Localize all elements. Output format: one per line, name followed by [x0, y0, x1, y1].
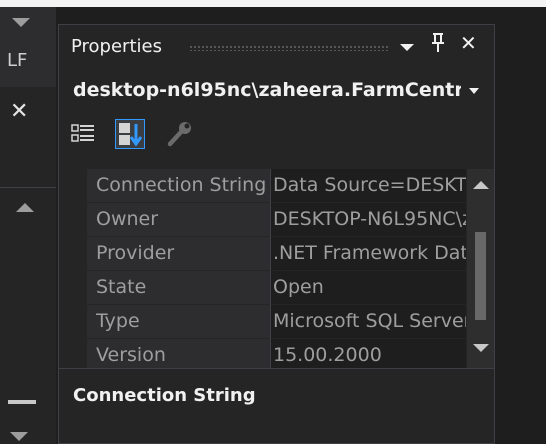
- property-row[interactable]: Type Microsoft SQL Server: [87, 305, 467, 338]
- scroll-up-icon[interactable]: [473, 181, 489, 189]
- grid-scrollbar[interactable]: [467, 169, 494, 368]
- panel-title: Properties: [71, 36, 162, 57]
- left-pane-label: LF: [7, 50, 28, 71]
- property-row[interactable]: Connection String Data Source=DESKTOP-N6…: [87, 169, 467, 202]
- property-name: Provider: [87, 237, 270, 270]
- close-icon[interactable]: ✕: [460, 33, 477, 53]
- description-splitter[interactable]: [59, 368, 494, 369]
- wrench-icon: [167, 122, 191, 147]
- property-value[interactable]: 15.00.2000: [271, 339, 466, 368]
- properties-header: Properties ✕: [59, 25, 494, 69]
- property-row[interactable]: Version 15.00.2000: [87, 339, 467, 368]
- column-splitter[interactable]: [270, 169, 271, 368]
- property-name: State: [87, 271, 270, 304]
- properties-panel: Properties ✕ desktop-n6l95nc\zaheera.Far…: [58, 24, 495, 444]
- alphabetical-icon: [119, 123, 143, 147]
- left-pane-dropdown-icon[interactable]: [12, 18, 30, 27]
- property-row[interactable]: Owner DESKTOP-N6L95NC\zaheera: [87, 203, 467, 236]
- left-scroll-up-icon[interactable]: [16, 203, 34, 212]
- top-strip: [0, 0, 546, 7]
- pin-icon[interactable]: [429, 33, 447, 56]
- pin-icon-svg: [432, 33, 444, 52]
- right-background: [495, 7, 546, 444]
- scroll-down-icon[interactable]: [473, 344, 489, 352]
- property-value[interactable]: Open: [271, 271, 466, 304]
- property-name: Connection String: [87, 169, 270, 202]
- properties-toolbar: [59, 115, 494, 155]
- property-row[interactable]: State Open: [87, 271, 467, 304]
- categorized-button[interactable]: [69, 119, 99, 149]
- object-selector[interactable]: desktop-n6l95nc\zaheera.FarmCentral: [59, 73, 494, 109]
- window-position-dropdown-icon[interactable]: [400, 44, 414, 51]
- property-row[interactable]: Provider .NET Framework Data Provider fo…: [87, 237, 467, 270]
- left-scroll-down-icon[interactable]: [10, 432, 28, 441]
- left-pane-divider: [0, 187, 56, 188]
- object-selector-value: desktop-n6l95nc\zaheera.FarmCentral: [73, 79, 461, 101]
- property-name: Owner: [87, 203, 270, 236]
- ide-window: LF ✕ Properties ✕ desktop-n6l95nc\zaheer…: [0, 0, 546, 444]
- property-grid: Connection String Data Source=DESKTOP-N6…: [87, 169, 494, 368]
- left-scroll-thumb[interactable]: [8, 400, 36, 404]
- property-value[interactable]: DESKTOP-N6L95NC\zaheera: [271, 203, 466, 236]
- description-title: Connection String: [73, 385, 256, 406]
- property-name: Version: [87, 339, 270, 368]
- drag-grip[interactable]: [189, 45, 389, 51]
- chevron-down-icon[interactable]: [469, 88, 479, 94]
- property-value[interactable]: .NET Framework Data Provider for SQL Ser…: [271, 237, 466, 270]
- property-value[interactable]: Microsoft SQL Server: [271, 305, 466, 338]
- property-name: Type: [87, 305, 270, 338]
- scroll-thumb[interactable]: [475, 232, 486, 320]
- left-pane-close-icon[interactable]: ✕: [10, 101, 28, 123]
- property-pages-button[interactable]: [165, 119, 195, 149]
- alphabetical-button[interactable]: [115, 119, 145, 149]
- property-value[interactable]: Data Source=DESKTOP-N6L95NC: [271, 169, 466, 202]
- categorized-icon: [71, 124, 94, 142]
